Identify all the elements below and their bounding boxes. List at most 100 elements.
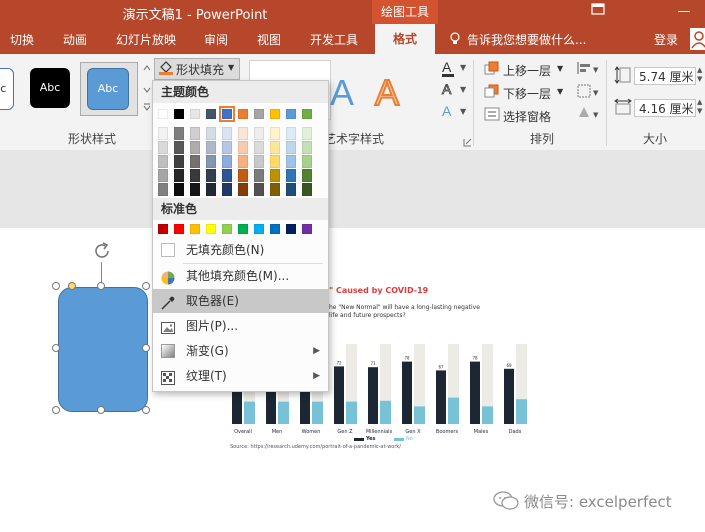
standard-color-swatch[interactable] <box>286 224 296 234</box>
login-link[interactable]: 登录 <box>654 31 678 48</box>
rotate-handle-icon[interactable] <box>91 240 113 265</box>
theme-color-shade-swatch[interactable] <box>206 127 216 140</box>
shape-style-preset-black[interactable]: Abc <box>30 68 70 108</box>
resize-handle[interactable] <box>142 344 150 352</box>
resize-handle[interactable] <box>97 282 105 290</box>
theme-color-shade-swatch[interactable] <box>302 155 312 168</box>
standard-color-swatch[interactable] <box>222 224 232 234</box>
shape-style-preset-blue[interactable]: Abc <box>87 68 129 110</box>
theme-color-swatch[interactable] <box>190 109 200 119</box>
tab-view[interactable]: 视图 <box>257 31 281 48</box>
resize-handle[interactable] <box>52 282 60 290</box>
chevron-down-icon[interactable]: ▼ <box>557 64 563 73</box>
theme-color-swatch[interactable] <box>302 109 312 119</box>
menu-no-fill[interactable]: 无填充颜色(N) <box>153 238 328 262</box>
resize-handle[interactable] <box>52 406 60 414</box>
tell-me-search[interactable]: 告诉我您想要做什么... <box>467 31 586 48</box>
theme-color-shade-swatch[interactable] <box>190 183 200 196</box>
selected-rounded-rectangle[interactable] <box>58 287 148 412</box>
theme-color-shade-swatch[interactable] <box>302 127 312 140</box>
theme-color-shade-swatch[interactable] <box>286 155 296 168</box>
theme-color-shade-swatch[interactable] <box>158 169 168 182</box>
minimize-button[interactable]: — <box>664 0 704 24</box>
width-spinner[interactable]: ▲ ▼ <box>697 98 702 116</box>
menu-texture[interactable]: 纹理(T) ▶ <box>153 364 328 388</box>
tab-format[interactable]: 格式 <box>375 24 435 54</box>
standard-color-swatch[interactable] <box>190 224 200 234</box>
theme-color-shade-swatch[interactable] <box>254 155 264 168</box>
resize-handle[interactable] <box>97 406 105 414</box>
context-tab-drawing-tools[interactable]: 绘图工具 <box>372 0 438 24</box>
theme-color-shade-swatch[interactable] <box>254 183 264 196</box>
theme-color-shade-swatch[interactable] <box>286 183 296 196</box>
theme-color-swatch[interactable] <box>238 109 248 119</box>
theme-color-swatch[interactable] <box>270 109 280 119</box>
theme-color-shade-swatch[interactable] <box>190 155 200 168</box>
theme-color-shade-swatch[interactable] <box>174 169 184 182</box>
shape-style-preset-outline[interactable]: Abc <box>0 68 14 110</box>
theme-color-shade-swatch[interactable] <box>238 155 248 168</box>
theme-color-shade-swatch[interactable] <box>174 127 184 140</box>
standard-color-swatch[interactable] <box>238 224 248 234</box>
theme-color-shade-swatch[interactable] <box>286 127 296 140</box>
theme-color-shade-swatch[interactable] <box>286 141 296 154</box>
theme-color-swatch[interactable] <box>219 106 235 122</box>
theme-color-swatch[interactable] <box>174 109 184 119</box>
wordart-preset-orange[interactable]: A <box>374 71 400 114</box>
wordart-preset-blue[interactable]: A <box>330 72 354 114</box>
theme-color-shade-swatch[interactable] <box>270 169 280 182</box>
theme-color-swatch[interactable] <box>286 109 296 119</box>
theme-color-shade-swatch[interactable] <box>222 183 232 196</box>
standard-color-swatch[interactable] <box>174 224 184 234</box>
bring-forward-button[interactable]: 上移一层 <box>503 62 551 79</box>
resize-handle[interactable] <box>142 406 150 414</box>
theme-color-shade-swatch[interactable] <box>222 169 232 182</box>
theme-color-shade-swatch[interactable] <box>238 183 248 196</box>
tab-slideshow[interactable]: 幻灯片放映 <box>116 31 176 48</box>
style-gallery-scroll[interactable] <box>142 62 152 114</box>
theme-color-shade-swatch[interactable] <box>206 141 216 154</box>
menu-more-fill-colors[interactable]: 其他填充颜色(M)... <box>153 264 328 288</box>
theme-color-shade-swatch[interactable] <box>174 155 184 168</box>
shape-fill-button[interactable]: 形状填充 ▼ <box>154 58 240 80</box>
theme-color-shade-swatch[interactable] <box>238 141 248 154</box>
theme-color-shade-swatch[interactable] <box>270 141 280 154</box>
theme-color-shade-swatch[interactable] <box>158 155 168 168</box>
theme-color-shade-swatch[interactable] <box>254 141 264 154</box>
window-restore-icon[interactable] <box>578 0 618 24</box>
theme-color-shade-swatch[interactable] <box>206 169 216 182</box>
theme-color-shade-swatch[interactable] <box>190 127 200 140</box>
tab-review[interactable]: 审阅 <box>204 31 228 48</box>
text-fill-icon[interactable]: A ▼ A ▼ A ▼ <box>440 58 470 125</box>
theme-color-shade-swatch[interactable] <box>158 141 168 154</box>
theme-color-swatch[interactable] <box>254 109 264 119</box>
chevron-down-icon[interactable]: ▼ <box>557 87 563 96</box>
theme-color-shade-swatch[interactable] <box>238 127 248 140</box>
theme-color-shade-swatch[interactable] <box>222 155 232 168</box>
theme-color-shade-swatch[interactable] <box>158 183 168 196</box>
theme-color-shade-swatch[interactable] <box>174 141 184 154</box>
standard-color-swatch[interactable] <box>302 224 312 234</box>
theme-color-shade-swatch[interactable] <box>174 183 184 196</box>
height-spinner[interactable]: ▲ ▼ <box>697 66 702 84</box>
menu-gradient[interactable]: 渐变(G) ▶ <box>153 339 328 363</box>
theme-color-shade-swatch[interactable] <box>286 169 296 182</box>
tab-animations[interactable]: 动画 <box>63 31 87 48</box>
tab-developer[interactable]: 开发工具 <box>310 31 358 48</box>
send-backward-button[interactable]: 下移一层 <box>503 85 551 102</box>
resize-handle[interactable] <box>142 282 150 290</box>
account-icon[interactable] <box>690 28 705 50</box>
theme-color-shade-swatch[interactable] <box>254 127 264 140</box>
shape-width-input[interactable]: 4.16 厘米 <box>634 99 696 117</box>
dialog-launcher-icon[interactable] <box>463 136 472 150</box>
theme-color-shade-swatch[interactable] <box>302 169 312 182</box>
theme-color-shade-swatch[interactable] <box>158 127 168 140</box>
theme-color-shade-swatch[interactable] <box>254 169 264 182</box>
menu-picture[interactable]: 图片(P)... <box>153 314 328 338</box>
theme-color-shade-swatch[interactable] <box>206 155 216 168</box>
theme-color-shade-swatch[interactable] <box>270 183 280 196</box>
theme-color-shade-swatch[interactable] <box>222 141 232 154</box>
theme-color-shade-swatch[interactable] <box>270 127 280 140</box>
theme-color-shade-swatch[interactable] <box>238 169 248 182</box>
theme-color-shade-swatch[interactable] <box>302 183 312 196</box>
